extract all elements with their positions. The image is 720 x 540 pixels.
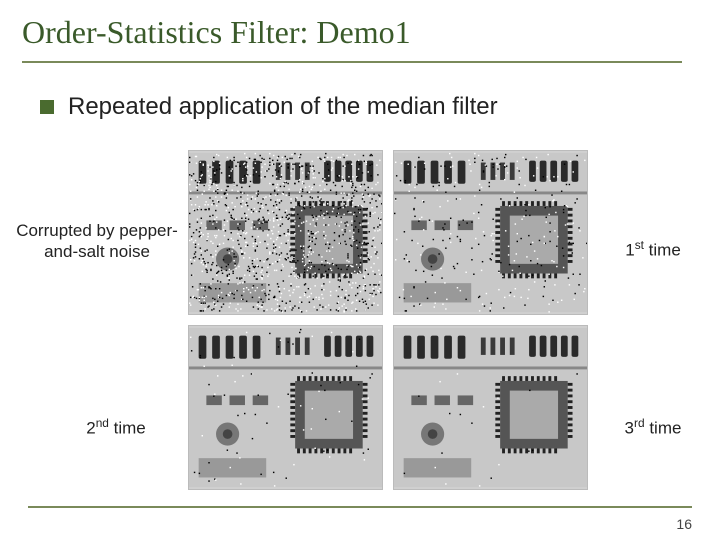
bullet-row: Repeated application of the median filte… [40,93,720,121]
title-underline [22,61,682,63]
label-bottom-left: 2nd time [56,416,176,439]
image-top-right [393,150,588,315]
image-bottom-right [393,325,588,490]
footer-line [28,506,692,508]
page-number: 16 [676,516,692,532]
image-grid [188,150,588,490]
image-bottom-left [188,325,383,490]
slide-title: Order-Statistics Filter: Demo1 [22,14,720,51]
bullet-text: Repeated application of the median filte… [68,93,498,121]
bullet-square-icon [40,100,54,114]
title-area: Order-Statistics Filter: Demo1 [0,0,720,51]
label-bottom-right: 3rd time [598,416,708,439]
image-top-left [188,150,383,315]
label-top-right: 1st time [598,238,708,261]
label-top-left: Corrupted by pepper-and-salt noise [12,220,182,263]
